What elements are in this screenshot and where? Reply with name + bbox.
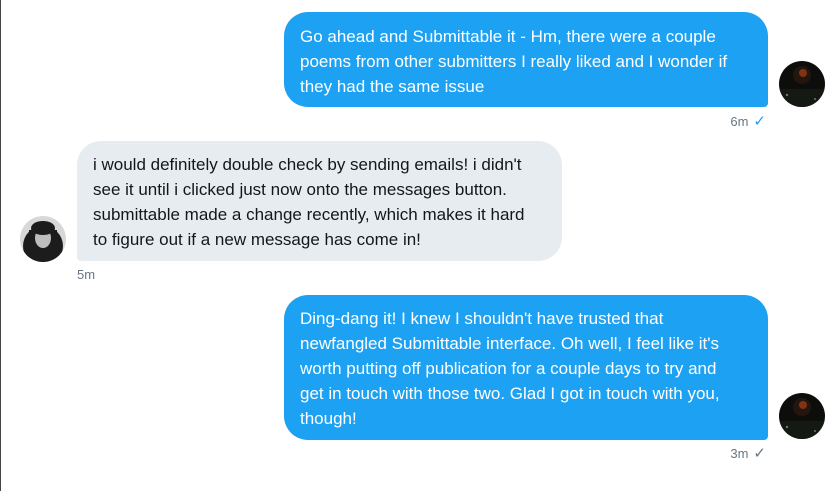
message-meta: 3m ✓ [730,446,766,462]
message-bubble-outgoing[interactable]: Ding-dang it! I knew I shouldn't have tr… [284,295,768,440]
message-line: see it until i clicked just now onto the… [93,180,507,199]
message-line: they had the same issue [300,77,485,96]
check-icon: ✓ [753,113,766,130]
message-line: poems from other submitters I really lik… [300,52,728,71]
message-line: worth putting off publication for a coup… [300,359,717,378]
message-timestamp: 6m [730,114,749,129]
check-icon: ✓ [753,445,766,462]
avatar[interactable] [20,216,66,262]
message-line: to figure out if a new message has come … [93,230,421,249]
message-meta: 5m [77,267,95,283]
message-line: Ding-dang it! I knew I shouldn't have tr… [300,309,664,328]
message-timestamp: 3m [730,446,749,461]
window-left-border [0,0,1,491]
avatar[interactable] [779,393,825,439]
message-meta: 6m ✓ [730,114,766,130]
message-line: get in touch with those two. Glad I got … [300,384,720,403]
message-bubble-incoming[interactable]: i would definitely double check by sendi… [77,141,562,261]
message-bubble-outgoing[interactable]: Go ahead and Submittable it - Hm, there … [284,12,768,107]
avatar[interactable] [779,61,825,107]
message-line: newfangled Submittable interface. Oh wel… [300,334,720,353]
message-line: though! [300,409,357,428]
message-timestamp: 5m [77,267,96,282]
message-line: submittable made a change recently, whic… [93,205,525,224]
message-line: Go ahead and Submittable it - Hm, there … [300,27,716,46]
message-line: i would definitely double check by sendi… [93,155,522,174]
